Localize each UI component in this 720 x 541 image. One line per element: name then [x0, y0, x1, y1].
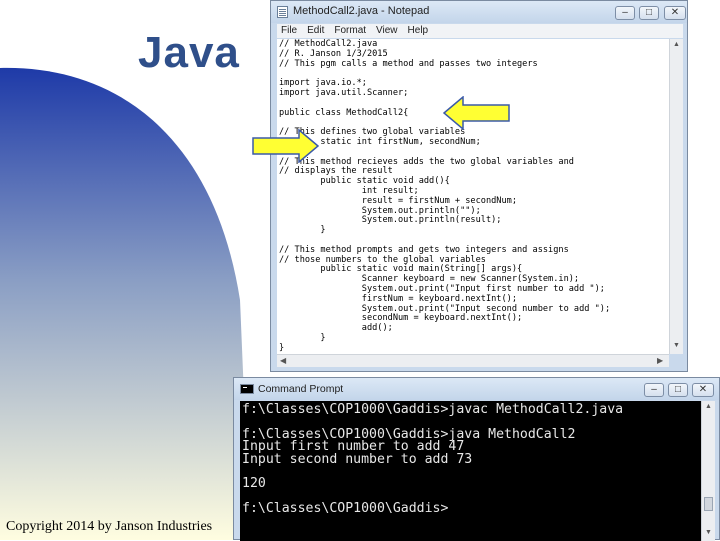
console-line: f:\Classes\COP1000\Gaddis>javac MethodCa…: [242, 402, 624, 417]
console-line: 120: [242, 476, 266, 492]
close-button[interactable]: ✕: [664, 6, 686, 20]
maximize-icon: □: [645, 7, 653, 18]
notepad-text-area[interactable]: // MethodCall2.java // R. Janson 1/3/201…: [277, 39, 669, 354]
notepad-window: MethodCall2.java - Notepad – □ ✕ File Edi…: [270, 0, 688, 372]
slide-title: Java: [138, 28, 240, 77]
code-line: public class MethodCall2{: [279, 107, 409, 118]
code-line: // those numbers to the global variables: [279, 254, 486, 265]
console-output: f:\Classes\COP1000\Gaddis>javac MethodCa…: [240, 401, 701, 516]
right-pointing-arrow: [252, 129, 319, 163]
code-line: Scanner keyboard = new Scanner(System.in…: [279, 274, 580, 285]
code-line: // displays the result: [279, 166, 393, 177]
code-line: add();: [279, 323, 393, 334]
code-line: public static void add(){: [279, 176, 450, 187]
menu-file[interactable]: File: [281, 24, 297, 38]
scroll-up-icon[interactable]: ▲: [672, 41, 681, 50]
minimize-button[interactable]: –: [615, 6, 635, 20]
code-line: firstNum = keyboard.nextInt();: [279, 293, 517, 304]
code-line: // MethodCall2.java: [279, 39, 378, 49]
code-line: secondNum = keyboard.nextInt();: [279, 313, 523, 324]
code-line: import java.util.Scanner;: [279, 87, 409, 98]
code-line: System.out.print("Input second number to…: [279, 303, 611, 314]
code-line: }: [279, 332, 326, 343]
scroll-thumb[interactable]: [704, 497, 713, 511]
source-code: // MethodCall2.java // R. Janson 1/3/201…: [277, 39, 669, 354]
scroll-down-icon[interactable]: ▼: [672, 342, 681, 351]
menu-format[interactable]: Format: [334, 24, 366, 38]
code-line: System.out.print("Input first number to …: [279, 283, 605, 294]
notepad-title: MethodCall2.java - Notepad: [293, 5, 430, 17]
notepad-titlebar[interactable]: MethodCall2.java - Notepad – □ ✕: [271, 1, 687, 23]
code-line: System.out.println(result);: [279, 215, 502, 226]
notepad-vertical-scrollbar[interactable]: ▲ ▼: [669, 39, 683, 354]
scroll-left-icon[interactable]: ◀: [280, 356, 286, 365]
console-line: Input second number to add 73: [242, 451, 473, 467]
menu-view[interactable]: View: [376, 24, 398, 38]
close-icon: ✕: [698, 384, 708, 395]
code-line: // This method recieves adds the two glo…: [279, 156, 574, 167]
notepad-menubar: File Edit Format View Help: [277, 24, 683, 38]
scroll-down-icon[interactable]: ▼: [705, 529, 712, 536]
maximize-button[interactable]: □: [639, 6, 659, 20]
notepad-icon: [277, 6, 288, 18]
code-line: }: [279, 225, 326, 236]
cmd-minimize-button[interactable]: –: [644, 383, 664, 397]
code-line: // This pgm calls a method and passes tw…: [279, 58, 538, 69]
cmd-console[interactable]: f:\Classes\COP1000\Gaddis>javac MethodCa…: [240, 401, 701, 541]
code-line: // R. Janson 1/3/2015: [279, 48, 388, 59]
menu-help[interactable]: Help: [408, 24, 429, 38]
notepad-horizontal-scrollbar[interactable]: ◀ ▶: [277, 354, 669, 367]
command-prompt-window: Command Prompt – □ ✕ f:\Classes\COP1000\…: [233, 377, 720, 541]
scroll-right-icon[interactable]: ▶: [657, 356, 663, 365]
cmd-icon: [240, 384, 254, 394]
menu-edit[interactable]: Edit: [307, 24, 324, 38]
cmd-vertical-scrollbar[interactable]: ▲ ▼: [701, 401, 715, 541]
maximize-icon: □: [674, 384, 682, 395]
code-line: public static void main(String[] args){: [279, 264, 523, 275]
code-line: System.out.println("");: [279, 205, 481, 216]
copyright-text: Copyright 2014 by Janson Industries: [6, 519, 213, 534]
minimize-icon: –: [651, 384, 657, 395]
code-line: int result;: [279, 185, 419, 196]
cmd-close-button[interactable]: ✕: [692, 383, 714, 397]
code-line: result = firstNum + secondNum;: [279, 195, 517, 206]
cmd-maximize-button[interactable]: □: [668, 383, 688, 397]
left-pointing-arrow: [443, 96, 510, 130]
scroll-up-icon[interactable]: ▲: [705, 403, 712, 410]
code-line: import java.io.*;: [279, 78, 367, 89]
cmd-titlebar[interactable]: Command Prompt – □ ✕: [234, 378, 719, 400]
console-line: f:\Classes\COP1000\Gaddis>: [242, 501, 449, 517]
code-line: // This method prompts and gets two inte…: [279, 244, 569, 255]
code-line: }: [279, 342, 285, 353]
close-icon: ✕: [670, 7, 680, 18]
cmd-title: Command Prompt: [258, 383, 344, 395]
minimize-icon: –: [622, 7, 628, 18]
